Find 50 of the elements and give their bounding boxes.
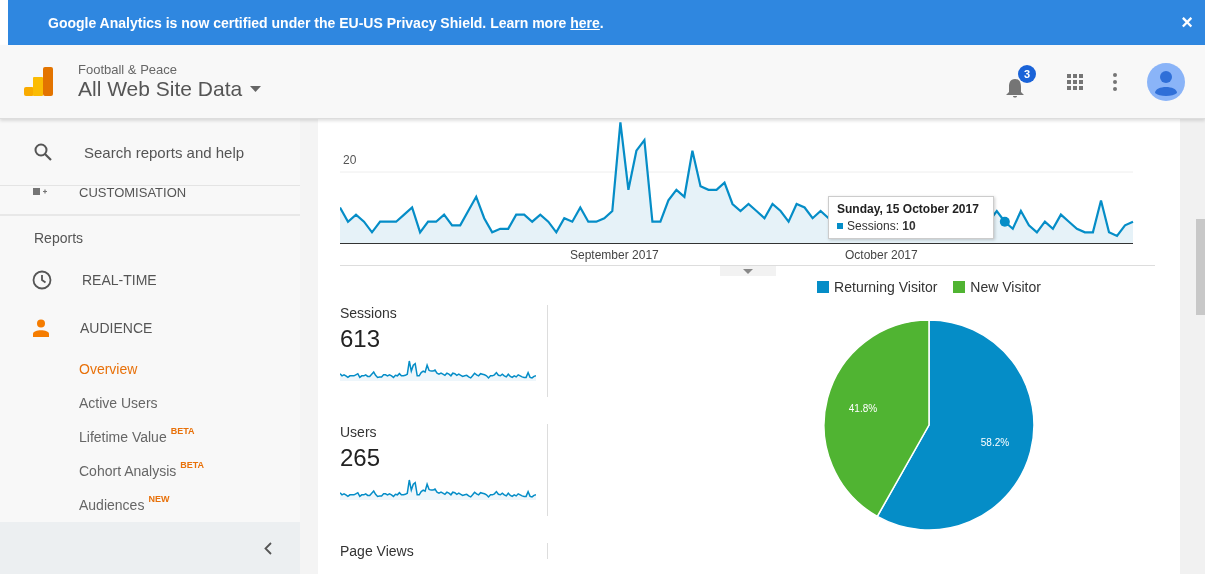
metric-label: Page Views [340, 543, 415, 559]
slice-label: 58.2% [980, 437, 1010, 449]
legend-swatch-icon [953, 281, 966, 293]
series-swatch-icon [837, 223, 843, 229]
search-field[interactable]: Search reports and help [82, 142, 286, 162]
metric-value: 613 [340, 325, 382, 353]
metric-value: 265 [340, 444, 382, 472]
x-axis-label: October 2017 [845, 248, 918, 262]
view-selector[interactable]: All Web Site Data [78, 77, 262, 101]
hover-point [999, 216, 1010, 227]
notifications-button[interactable]: 3 [1005, 64, 1037, 99]
customisation-icon [33, 186, 47, 196]
nav-subitem[interactable]: Overview [79, 361, 138, 377]
metric-label: Sessions [340, 305, 398, 321]
feature-tag: BETA [170, 426, 195, 436]
close-button[interactable]: × [1177, 11, 1197, 34]
nav-item[interactable]: REAL-TIME [82, 272, 157, 288]
avatar-icon[interactable] [1147, 62, 1185, 101]
expand-chart-button[interactable] [720, 266, 776, 276]
y-axis-label: 20 [343, 153, 357, 167]
legend-label: Returning Visitor [834, 279, 938, 295]
legend-label: New Visitor [970, 279, 1041, 295]
nav-subitem[interactable]: Active Users [79, 395, 158, 411]
tooltip-value: Sessions: 10 [847, 219, 916, 233]
banner-message: Google Analytics is now certified under the EU-US Privacy Shield. Learn more here. [48, 14, 604, 31]
nav-subitem[interactable]: Audiences [79, 497, 145, 513]
search-icon [34, 143, 52, 161]
learn-more-link[interactable]: here [570, 14, 600, 31]
feature-tag: NEW [148, 494, 170, 504]
x-axis-label: September 2017 [570, 248, 659, 262]
nav-item[interactable]: AUDIENCE [80, 320, 153, 336]
collapse-chevron-icon[interactable] [264, 541, 272, 555]
caret-icon [743, 268, 753, 274]
account-name: Football & Peace [78, 62, 177, 77]
customisation-item[interactable]: CUSTOMISATION [79, 186, 187, 199]
apps-grid-icon[interactable] [1067, 73, 1083, 90]
nav-subitem[interactable]: Cohort Analysis [79, 463, 177, 479]
legend-swatch-icon [817, 281, 830, 293]
slice-label: 41.8% [848, 402, 878, 414]
nav-subitem[interactable]: Lifetime Value [79, 429, 167, 445]
tooltip-date: Sunday, 15 October 2017 [837, 202, 980, 216]
metric-label: Users [340, 424, 378, 440]
caret-icon [250, 86, 262, 92]
notification-count: 3 [1018, 64, 1036, 83]
more-menu-icon[interactable] [1113, 72, 1117, 91]
bar-chart-logo-icon [24, 66, 54, 97]
feature-tag: BETA [180, 460, 205, 470]
section-heading: Reports [33, 229, 85, 248]
bell-icon [1005, 76, 1025, 99]
scroll-thumb[interactable] [1196, 219, 1205, 315]
